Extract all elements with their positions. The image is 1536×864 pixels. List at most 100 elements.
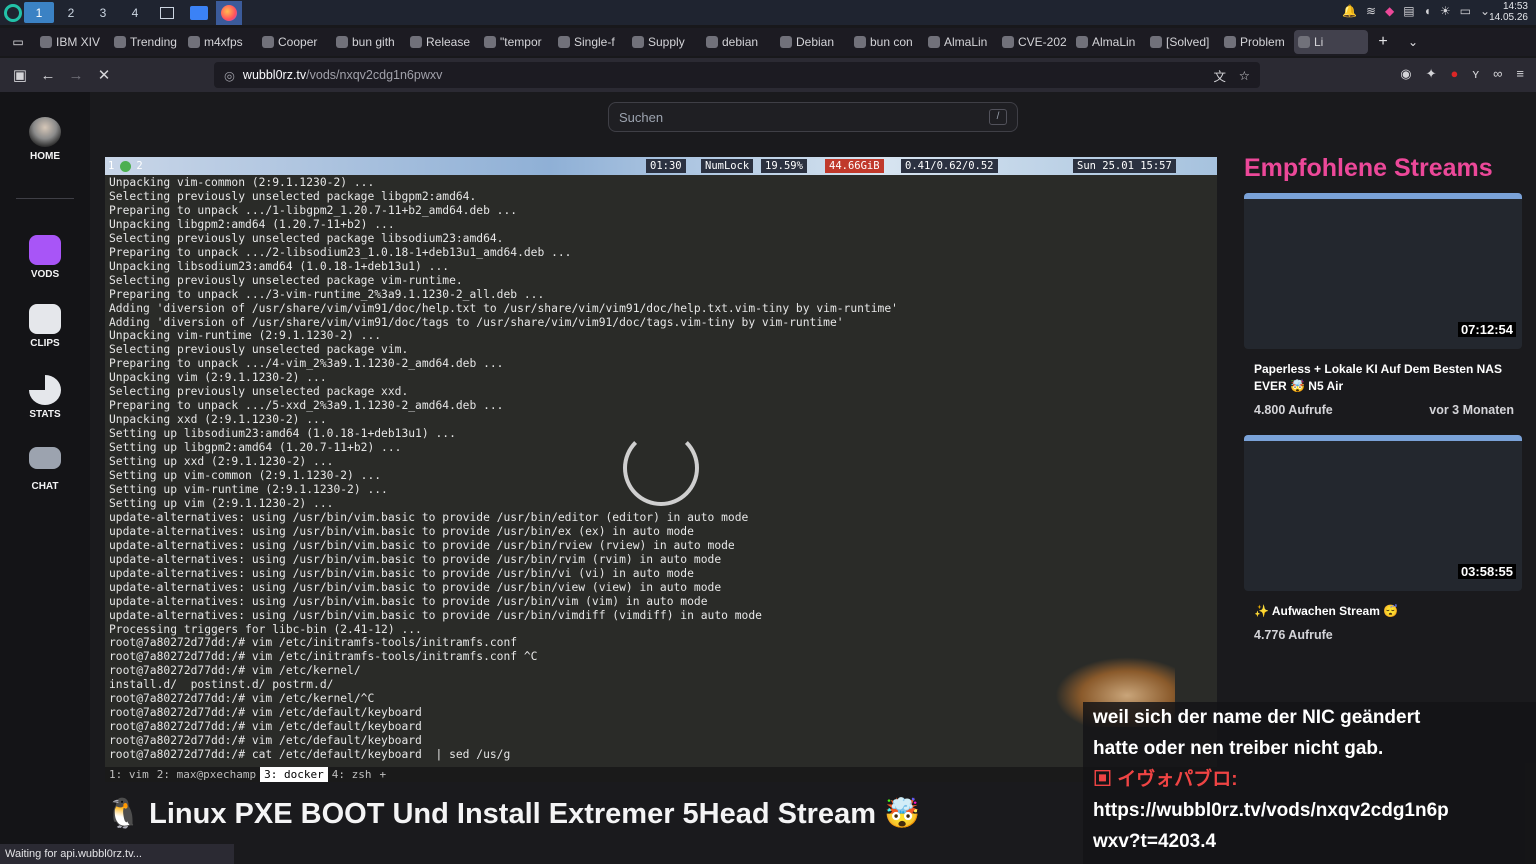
wifi-icon[interactable]: ≋ (1366, 4, 1376, 18)
browser-tab[interactable]: [Solved] (1146, 30, 1220, 54)
workspace-4[interactable]: 4 (120, 2, 150, 23)
browser-tab[interactable]: AlmaLin (1072, 30, 1146, 54)
brightness-icon[interactable]: ☀ (1440, 4, 1451, 18)
tab-list-chevron-icon[interactable]: ⌄ (1398, 35, 1428, 49)
web-app: HOME VODS CLIPS STATS CHAT Suchen / 1 2 … (0, 92, 1536, 864)
chat-link[interactable]: wxv?t=4203.4 (1093, 826, 1526, 857)
browser-tab-strip: ▭ IBM XIV Trending m4xfps Cooper bun gith Rel… (0, 28, 1536, 56)
sidebar-item-chat[interactable]: CHAT (0, 447, 90, 492)
site-info-icon[interactable]: ◎ (224, 68, 235, 83)
terminal-line: root@7a80272d77dd:/# cat /etc/default/ke… (109, 748, 511, 762)
tab-favicon-icon (188, 36, 200, 48)
tab-label: CVE-202 (1018, 35, 1067, 49)
tab-label: Li (1314, 35, 1324, 49)
recommended-title[interactable]: Paperless + Lokale KI Auf Dem Besten NAS… (1254, 361, 1514, 395)
video-player[interactable]: 1 2 01:30 NumLock 19.59% 44.66GiB 0.41/0… (105, 157, 1217, 782)
i3-timer: 01:30 (646, 159, 686, 173)
browser-tab[interactable]: AlmaLin (924, 30, 998, 54)
browser-tab[interactable]: bun gith (332, 30, 406, 54)
workspace-3[interactable]: 3 (88, 2, 118, 23)
account-icon[interactable]: ◉ (1400, 66, 1411, 82)
sidebar-label-clips: CLIPS (30, 338, 60, 349)
browser-tab[interactable]: Trending (110, 30, 184, 54)
tab-label: Trending (130, 35, 177, 49)
terminal-line: Selecting previously unselected package … (109, 231, 504, 245)
browser-tab[interactable]: Single-f (554, 30, 628, 54)
url-bar[interactable]: ◎ wubbl0rz.tv/vods/nxqv2cdg1n6pwxv 文 ☆ (214, 62, 1260, 88)
recommended-title[interactable]: ✨ Aufwachen Stream 😴 (1254, 603, 1514, 620)
workspace-2[interactable]: 2 (56, 2, 86, 23)
sidebar-item-home[interactable]: HOME (0, 117, 90, 162)
new-tab-button[interactable]: + (1368, 33, 1398, 51)
tab-label: Release (426, 35, 471, 49)
volume-icon[interactable]: ◖ (1424, 4, 1431, 18)
bookmark-star-icon[interactable]: ☆ (1239, 68, 1250, 83)
extension-icon[interactable]: ʏ (1472, 66, 1479, 82)
tab-favicon-icon (336, 36, 348, 48)
tab-favicon-icon (484, 36, 496, 48)
terminal-line: update-alternatives: using /usr/bin/vim.… (109, 594, 708, 608)
terminal-line: Unpacking vim-common (2:9.1.1230-2) ... (109, 176, 375, 189)
home-avatar-icon (29, 117, 61, 147)
browser-tab[interactable]: Li (1294, 30, 1368, 54)
extension-glasses-icon[interactable]: ∞ (1493, 66, 1502, 82)
translate-icon[interactable]: 文 (1213, 66, 1226, 85)
terminal-line: install.d/ postinst.d/ postrm.d/ (109, 678, 334, 692)
browser-tab[interactable]: Debian (776, 30, 850, 54)
ublock-icon[interactable]: ● (1451, 66, 1459, 82)
browser-tab[interactable]: CVE-202 (998, 30, 1072, 54)
bell-icon[interactable]: 🔔 (1342, 4, 1357, 18)
sidebar-item-clips[interactable]: CLIPS (0, 304, 90, 349)
display-icon[interactable]: ▭ (1460, 4, 1471, 18)
search-input[interactable]: Suchen / (608, 102, 1018, 132)
browser-tab[interactable]: bun con (850, 30, 924, 54)
recommended-card[interactable]: 03:58:55 ✨ Aufwachen Stream 😴 4.776 Aufr… (1244, 435, 1524, 642)
terminal-line: Unpacking libsodium23:amd64 (1.0.18-1+de… (109, 259, 450, 273)
recommended-card[interactable]: 07:12:54 Paperless + Lokale KI Auf Dem B… (1244, 193, 1524, 417)
sidebar-item-vods[interactable]: VODS (0, 235, 90, 280)
terminal-line: root@7a80272d77dd:/# vim /etc/kernel/^C (109, 692, 375, 706)
i3-datetime: Sun 25.01 15:57 (1073, 159, 1176, 173)
stop-loading-button[interactable]: ✕ (90, 61, 118, 89)
terminal-line: Selecting previously unselected package … (109, 273, 463, 287)
tmux-window: 1: vim (109, 768, 149, 781)
launcher-icon[interactable] (4, 3, 22, 22)
terminal-line: Unpacking vim-runtime (2:9.1.1230-2) ... (109, 329, 382, 343)
recommended-thumbnail[interactable]: 07:12:54 (1244, 193, 1522, 349)
clipboard-icon[interactable]: ▤ (1403, 4, 1414, 18)
tab-favicon-icon (410, 36, 422, 48)
sidebar-item-stats[interactable]: STATS (0, 375, 90, 420)
extensions-icon[interactable]: ✦ (1426, 66, 1437, 82)
i3-numlock: NumLock (701, 159, 754, 173)
browser-tab[interactable]: debian (702, 30, 776, 54)
workspace-1[interactable]: 1 (24, 2, 54, 23)
terminal-line: Unpacking vim (2:9.1.1230-2) ... (109, 371, 327, 385)
chat-user: ▣ イヴォパブロ: (1093, 764, 1526, 795)
menu-icon[interactable]: ≡ (1516, 66, 1524, 82)
chat-link[interactable]: https://wubbl0rz.tv/vods/nxqv2cdg1n6p (1093, 795, 1526, 826)
files-app-icon[interactable] (190, 5, 208, 20)
forward-button[interactable]: → (62, 61, 90, 89)
tab-overview-icon[interactable]: ▭ (0, 35, 36, 49)
window-switcher-icon[interactable] (160, 6, 174, 19)
back-button[interactable]: ← (34, 61, 62, 89)
loading-spinner (623, 430, 699, 506)
recommended-thumbnail[interactable]: 03:58:55 (1244, 435, 1522, 591)
browser-tab[interactable]: Release (406, 30, 480, 54)
color-app-icon[interactable]: ◆ (1385, 4, 1394, 18)
tmux-window: + (379, 768, 387, 781)
tab-label: Cooper (278, 35, 318, 49)
browser-tab[interactable]: IBM XIV (36, 30, 110, 54)
tmux-window: 3: docker (260, 767, 328, 782)
browser-tab[interactable]: Problem (1220, 30, 1294, 54)
tab-label: m4xfps (204, 35, 243, 49)
tab-favicon-icon (854, 36, 866, 48)
browser-tab[interactable]: "tempor (480, 30, 554, 54)
browser-tab[interactable]: Cooper (258, 30, 332, 54)
sidebar-toggle-icon[interactable]: ▣ (6, 61, 34, 89)
firefox-app-icon[interactable] (216, 0, 242, 25)
browser-tab[interactable]: Supply (628, 30, 702, 54)
tab-favicon-icon (1298, 36, 1310, 48)
browser-tab[interactable]: m4xfps (184, 30, 258, 54)
system-clock[interactable]: 14:53 14.05.26 (1489, 1, 1528, 23)
